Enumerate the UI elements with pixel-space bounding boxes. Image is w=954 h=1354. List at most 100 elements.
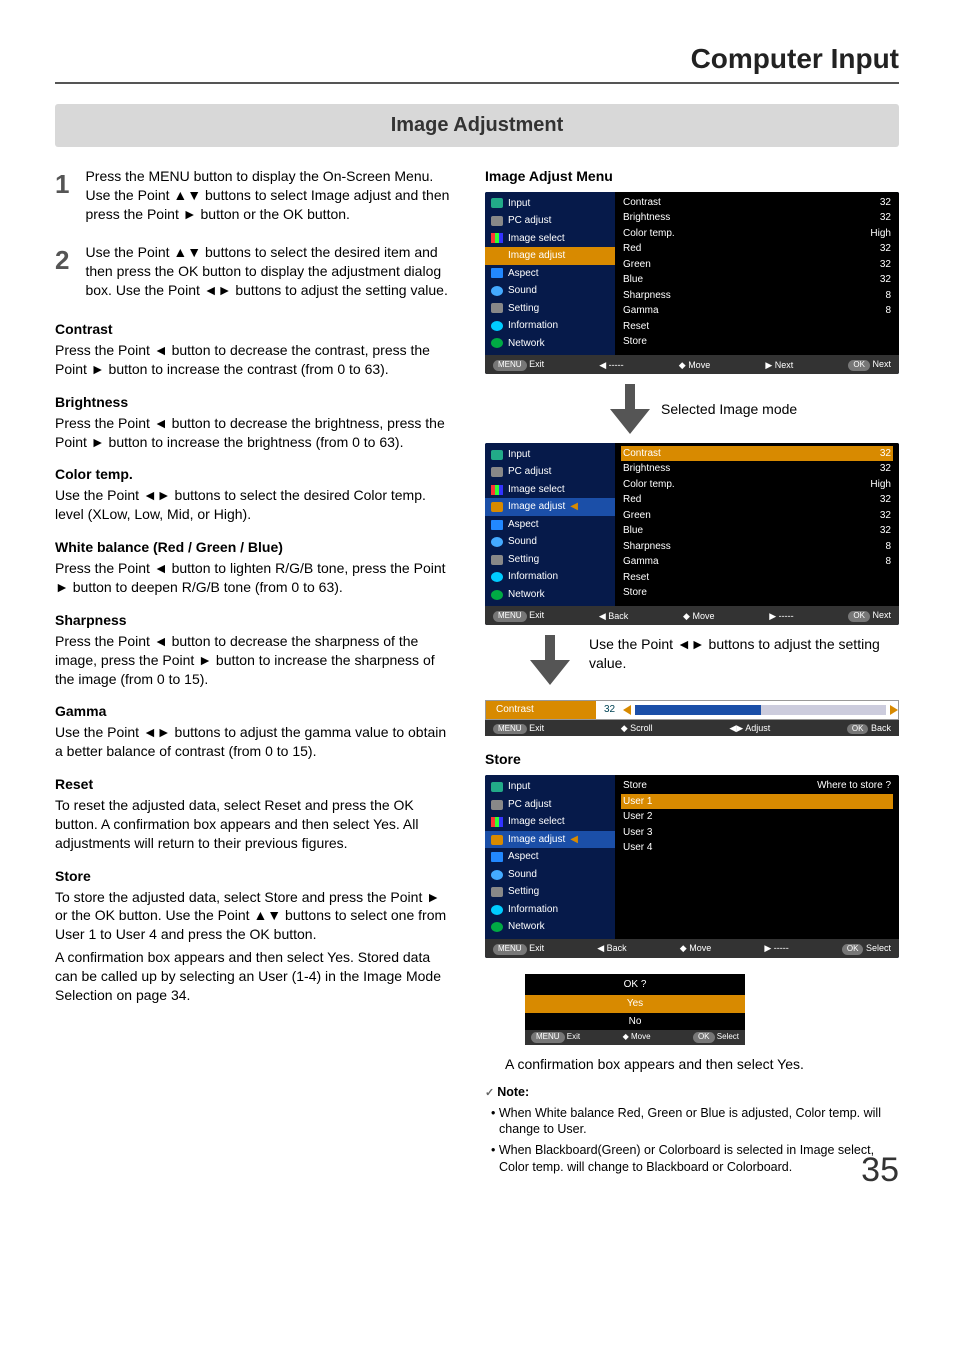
- page-number: 35: [861, 1148, 899, 1194]
- osd-item-imageadjust[interactable]: Image adjust◀: [485, 498, 615, 516]
- confirm-note: A confirmation box appears and then sele…: [505, 1055, 899, 1074]
- step-1: 1 Press the MENU button to display the O…: [55, 167, 455, 228]
- confirm-no[interactable]: No: [525, 1013, 745, 1031]
- imageadjust-icon: [491, 251, 503, 261]
- brightness-text: Press the Point ◄ button to decrease the…: [55, 414, 455, 452]
- osd-row[interactable]: Store: [621, 334, 893, 350]
- slider-track[interactable]: [635, 705, 886, 715]
- setting-icon: [491, 303, 503, 313]
- slider-label: Contrast: [486, 701, 596, 719]
- osd-item-pcadjust[interactable]: PC adjust: [485, 463, 615, 481]
- osd-store-header: StoreWhere to store ?: [621, 778, 893, 794]
- osd-item-network[interactable]: Network: [485, 918, 615, 936]
- osd-item-setting[interactable]: Setting: [485, 551, 615, 569]
- arrow-down-icon: [605, 384, 655, 434]
- osd-label: Image select: [508, 232, 565, 246]
- reset-heading: Reset: [55, 775, 455, 794]
- osd-sidebar: Input PC adjust Image select Image adjus…: [485, 775, 615, 939]
- osd-item-aspect[interactable]: Aspect: [485, 265, 615, 283]
- osd-row[interactable]: Color temp.High: [621, 226, 893, 242]
- osd-row-user3[interactable]: User 3: [621, 825, 893, 841]
- osd-row[interactable]: Contrast32: [621, 195, 893, 211]
- osd-row[interactable]: Brightness32: [621, 210, 893, 226]
- osd-item-information[interactable]: Information: [485, 568, 615, 586]
- osd-item-aspect[interactable]: Aspect: [485, 516, 615, 534]
- footer-next: Next: [775, 360, 794, 370]
- confirm-dialog: OK ? Yes No MENU Exit ◆ Move OK Select: [525, 974, 745, 1045]
- osd-row[interactable]: Reset: [621, 570, 893, 586]
- osd-item-setting[interactable]: Setting: [485, 883, 615, 901]
- osd-item-information[interactable]: Information: [485, 901, 615, 919]
- footer-oknext: Next: [872, 359, 891, 369]
- osd-row[interactable]: Gamma8: [621, 554, 893, 570]
- osd-store: Input PC adjust Image select Image adjus…: [485, 775, 899, 957]
- osd-label: PC adjust: [508, 214, 551, 228]
- osd-row-user1[interactable]: User 1: [621, 794, 893, 810]
- confirm-question: OK ?: [525, 974, 745, 996]
- info-icon: [491, 572, 503, 582]
- osd-row[interactable]: Gamma8: [621, 303, 893, 319]
- osd-row-selected[interactable]: Contrast32: [621, 446, 893, 462]
- osd-row[interactable]: Reset: [621, 319, 893, 335]
- osd-item-input[interactable]: Input: [485, 446, 615, 464]
- osd-row[interactable]: Brightness32: [621, 461, 893, 477]
- sound-icon: [491, 537, 503, 547]
- page-header: Computer Input: [55, 40, 899, 82]
- osd-item-setting[interactable]: Setting: [485, 300, 615, 318]
- osd-label: Information: [508, 319, 558, 333]
- osd-row[interactable]: Blue32: [621, 272, 893, 288]
- osd-row[interactable]: Green32: [621, 508, 893, 524]
- osd-item-input[interactable]: Input: [485, 195, 615, 213]
- menu-pill: MENU: [493, 360, 527, 371]
- osd-item-imageselect[interactable]: Image select: [485, 230, 615, 248]
- note-bullet-2: When Blackboard(Green) or Colorboard is …: [485, 1142, 899, 1176]
- network-icon: [491, 590, 503, 600]
- osd-item-pcadjust[interactable]: PC adjust: [485, 796, 615, 814]
- osd-item-network[interactable]: Network: [485, 335, 615, 353]
- osd-label: Input: [508, 197, 530, 211]
- osd-item-sound[interactable]: Sound: [485, 866, 615, 884]
- brightness-heading: Brightness: [55, 393, 455, 412]
- osd-row-user4[interactable]: User 4: [621, 840, 893, 856]
- network-icon: [491, 338, 503, 348]
- osd-main-panel: StoreWhere to store ? User 1 User 2 User…: [615, 775, 899, 939]
- osd-item-imageselect[interactable]: Image select: [485, 813, 615, 831]
- reset-text: To reset the adjusted data, select Reset…: [55, 796, 455, 853]
- osd-item-sound[interactable]: Sound: [485, 282, 615, 300]
- store-text-2: A confirmation box appears and then sele…: [55, 948, 455, 1005]
- selected-mode-label: Selected Image mode: [661, 400, 797, 419]
- osd-row[interactable]: Sharpness8: [621, 539, 893, 555]
- osd-item-pcadjust[interactable]: PC adjust: [485, 212, 615, 230]
- osd-item-sound[interactable]: Sound: [485, 533, 615, 551]
- osd-row[interactable]: Store: [621, 585, 893, 601]
- osd-item-imageselect[interactable]: Image select: [485, 481, 615, 499]
- osd-footer: MENU Exit ◀ Back ◆ Move ▶ ----- OK Next: [485, 606, 899, 625]
- osd-row[interactable]: Sharpness8: [621, 288, 893, 304]
- osd-row[interactable]: Color temp.High: [621, 477, 893, 493]
- adjust-slider[interactable]: Contrast 32: [485, 700, 899, 720]
- confirm-footer: MENU Exit ◆ Move OK Select: [525, 1030, 745, 1045]
- osd-item-imageadjust[interactable]: Image adjust◀: [485, 831, 615, 849]
- osd-main-panel: Contrast32 Brightness32 Color temp.High …: [615, 443, 899, 607]
- imageselect-icon: [491, 233, 503, 243]
- osd-item-imageadjust[interactable]: Image adjust▶: [485, 247, 615, 265]
- setting-icon: [491, 555, 503, 565]
- osd-item-input[interactable]: Input: [485, 778, 615, 796]
- osd-row[interactable]: Blue32: [621, 523, 893, 539]
- osd-row[interactable]: Red32: [621, 492, 893, 508]
- gamma-text: Use the Point ◄► buttons to adjust the g…: [55, 723, 455, 761]
- osd-label: Network: [508, 337, 545, 351]
- osd-row-user2[interactable]: User 2: [621, 809, 893, 825]
- osd-row[interactable]: Red32: [621, 241, 893, 257]
- colortemp-text: Use the Point ◄► buttons to select the d…: [55, 486, 455, 524]
- osd-item-aspect[interactable]: Aspect: [485, 848, 615, 866]
- store-text: To store the adjusted data, select Store…: [55, 888, 455, 945]
- confirm-yes[interactable]: Yes: [525, 995, 745, 1013]
- step-1-number: 1: [55, 167, 69, 228]
- osd-row[interactable]: Green32: [621, 257, 893, 273]
- osd-item-network[interactable]: Network: [485, 586, 615, 604]
- osd-label: Aspect: [508, 267, 539, 281]
- right-column: Image Adjust Menu Input PC adjust Image …: [485, 167, 899, 1176]
- osd-label: Setting: [508, 302, 539, 316]
- osd-item-information[interactable]: Information: [485, 317, 615, 335]
